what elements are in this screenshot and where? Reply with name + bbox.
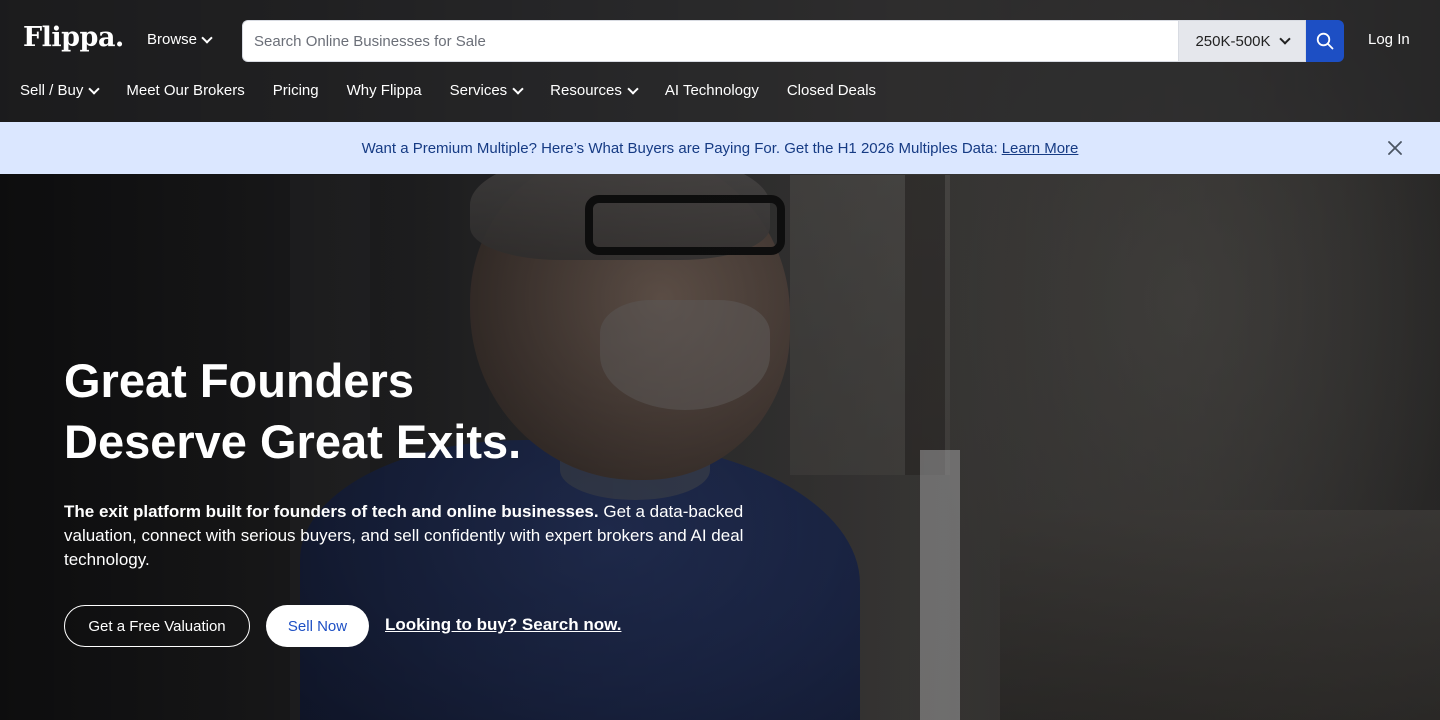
search-icon [1316,32,1334,50]
hero-description: The exit platform built for founders of … [64,500,804,572]
nav-item-sell-buy[interactable]: Sell / Buy [20,82,101,99]
nav-item-resources[interactable]: Resources [550,82,639,99]
hero-title-line-1: Great Founders [64,354,414,407]
search-now-link[interactable]: Looking to buy? Search now. [385,615,621,635]
hero-title: Great Founders Deserve Great Exits. [64,350,764,472]
nav-item-meet-our-brokers[interactable]: Meet Our Brokers [126,82,244,99]
banner-learn-more-link[interactable]: Learn More [1002,140,1079,157]
nav-item-label: Closed Deals [786,82,877,99]
site-header: Flippa. Browse 250K-500K Log In Sell / B… [0,0,1440,122]
chevron-down-icon [627,82,639,95]
nav-item-label: Resources [550,82,622,99]
sell-now-button[interactable]: Sell Now [266,605,369,647]
nav-item-label: Services [449,82,508,99]
banner-text: Want a Premium Multiple? Here’s What Buy… [361,139,998,157]
hero-title-line-2: Deserve Great Exits. [64,415,522,468]
nav-item-closed-deals[interactable]: Closed Deals [787,82,876,99]
chevron-down-icon [512,82,524,95]
nav-item-services[interactable]: Services [449,82,524,99]
chevron-down-icon [1278,33,1291,45]
search-input[interactable] [242,20,1178,62]
browse-dropdown[interactable]: Browse [147,31,213,48]
main-nav: Sell / Buy Meet Our Brokers Pricing Why … [20,82,876,99]
nav-item-pricing[interactable]: Pricing [273,82,319,99]
search-bar: 250K-500K [242,20,1344,62]
price-range-select[interactable]: 250K-500K [1178,20,1306,62]
nav-item-label: AI Technology [664,82,759,99]
hero-description-bold: The exit platform built for founders of … [64,502,599,521]
nav-item-label: Meet Our Brokers [126,82,245,99]
nav-item-label: Why Flippa [346,82,422,99]
search-button[interactable] [1306,20,1344,62]
browse-label: Browse [147,31,198,48]
close-icon[interactable] [1387,140,1403,156]
nav-item-label: Pricing [272,82,319,99]
free-valuation-button[interactable]: Get a Free Valuation [64,605,250,647]
nav-item-why-flippa[interactable]: Why Flippa [347,82,422,99]
chevron-down-icon [88,82,101,95]
price-range-value: 250K-500K [1195,32,1271,50]
flippa-logo[interactable]: Flippa. [23,22,124,53]
login-link[interactable]: Log In [1368,31,1410,48]
chevron-down-icon [201,31,213,44]
announcement-banner: Want a Premium Multiple? Here’s What Buy… [0,122,1440,174]
nav-item-label: Sell / Buy [20,82,84,99]
nav-item-ai-technology[interactable]: AI Technology [665,82,759,99]
